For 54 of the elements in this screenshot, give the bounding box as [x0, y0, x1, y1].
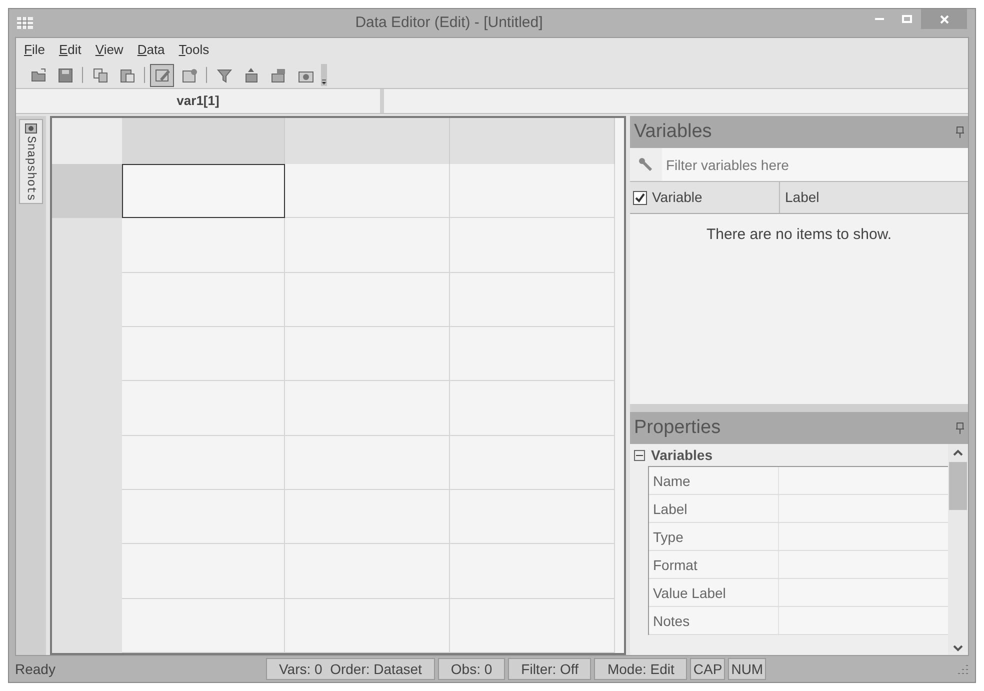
pin-icon[interactable] — [956, 126, 964, 138]
funnel-icon — [216, 66, 232, 84]
menu-item[interactable]: Data — [137, 40, 165, 60]
property-name: Notes — [649, 607, 779, 634]
resize-grip-icon[interactable] — [957, 663, 969, 675]
scroll-thumb[interactable] — [949, 462, 967, 510]
menu-item[interactable]: File — [24, 40, 45, 60]
scrollbar[interactable] — [948, 444, 968, 655]
paste-icon — [118, 66, 136, 84]
checkbox[interactable] — [633, 190, 647, 204]
column-header[interactable]: Variable — [630, 182, 780, 213]
grid-cell[interactable] — [122, 164, 285, 218]
group-label: Variables — [651, 446, 712, 464]
folder-icon — [30, 66, 46, 84]
property-name: Name — [649, 467, 779, 494]
close-icon — [940, 14, 948, 24]
pencil-grid-icon — [154, 66, 170, 84]
status-pane: Obs: 0 — [438, 658, 506, 680]
column-header[interactable] — [450, 118, 615, 164]
property-name: Type — [649, 523, 779, 550]
wrench-icon — [638, 156, 654, 172]
window-title: Data Editor (Edit) - [Untitled] — [354, 12, 544, 33]
overflow-icon — [320, 64, 328, 86]
column-header[interactable]: Label — [780, 182, 968, 213]
property-name: Format — [649, 551, 779, 578]
snapshots-tab[interactable]: Snapshots — [19, 119, 43, 204]
table-arrow-icon — [242, 66, 260, 84]
status-pane: Mode: Edit — [594, 658, 688, 680]
menu-item[interactable]: View — [95, 40, 124, 60]
table-icon — [270, 66, 286, 84]
property-name: Value Label — [649, 579, 779, 606]
status-pane: Filter: Off — [508, 658, 592, 680]
row-header[interactable] — [52, 218, 122, 273]
property-name: Label — [649, 495, 779, 522]
panel-title: Variables — [634, 120, 712, 144]
row-header[interactable] — [52, 164, 122, 218]
collapse-toggle[interactable] — [634, 450, 645, 460]
camera-icon — [25, 122, 37, 134]
filter-field[interactable]: Filter variables here — [662, 148, 968, 181]
corner-header[interactable] — [52, 118, 122, 164]
pin-icon[interactable] — [956, 422, 964, 434]
status-pane: CAP — [690, 658, 726, 680]
check-icon — [635, 192, 645, 202]
menu-item[interactable]: Edit — [58, 40, 82, 60]
close-button[interactable] — [921, 9, 967, 29]
row-header[interactable] — [52, 598, 122, 653]
empty-message: There are no items to show. — [706, 225, 892, 245]
status-pane: NUM — [728, 658, 766, 680]
toolbar-button[interactable] — [150, 64, 174, 86]
status-pane: Vars: 0 Order: Dataset — [266, 658, 435, 680]
status-message: Ready — [15, 660, 56, 679]
copy-icon — [92, 66, 108, 84]
panel-title: Properties — [634, 416, 721, 440]
menu-item[interactable]: Tools — [178, 40, 210, 60]
